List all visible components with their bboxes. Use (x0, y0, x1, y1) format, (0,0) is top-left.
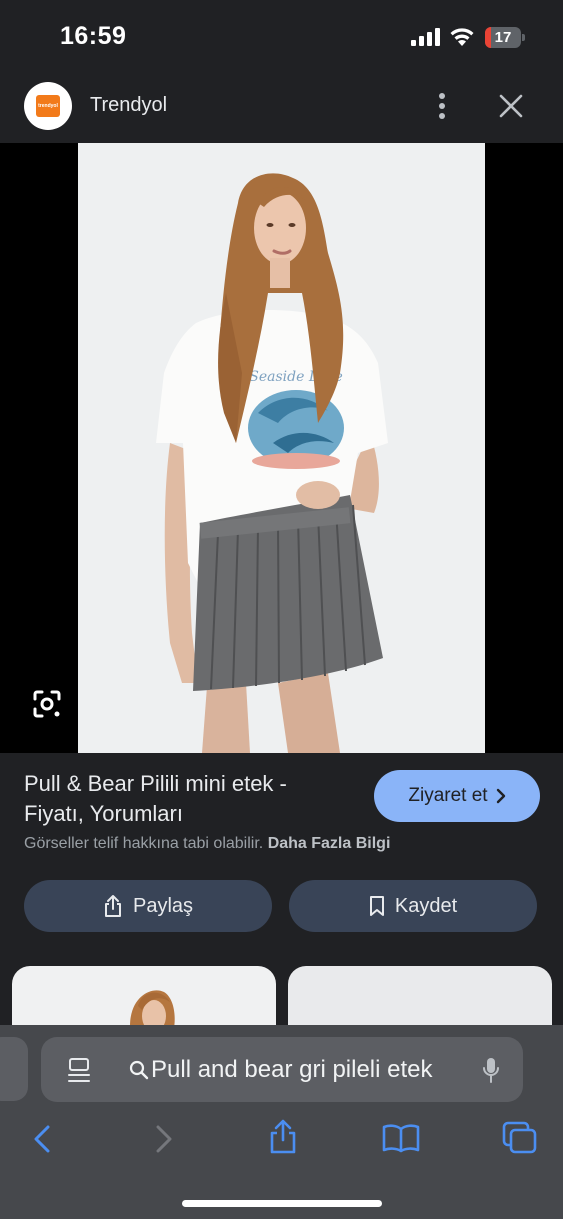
site-logo[interactable]: trendyol (24, 82, 72, 130)
save-label: Kaydet (394, 894, 458, 917)
save-button[interactable]: Kaydet (289, 880, 537, 932)
status-bar: 16:59 17 (0, 0, 563, 70)
reader-icon[interactable] (67, 1057, 91, 1083)
bookmark-icon (369, 896, 384, 916)
share-icon[interactable] (268, 1119, 298, 1155)
learn-more-link[interactable]: Daha Fazla Bilgi (268, 835, 391, 852)
battery-level: 17 (494, 29, 512, 46)
site-name[interactable]: Trendyol (90, 94, 167, 117)
home-indicator[interactable] (182, 1200, 382, 1207)
product-title[interactable]: Pull & Bear Pilili mini etek - Fiyatı, Y… (24, 769, 344, 829)
more-icon[interactable] (430, 92, 454, 120)
visit-label: Ziyaret et (408, 785, 488, 806)
visit-button[interactable]: Ziyaret et (374, 770, 540, 822)
back-icon[interactable] (32, 1124, 52, 1154)
status-time: 16:59 (60, 22, 127, 50)
share-button[interactable]: Paylaş (24, 880, 272, 932)
trendyol-logo-icon: trendyol (36, 95, 60, 117)
search-icon (129, 1060, 149, 1080)
tabs-icon[interactable] (502, 1121, 538, 1155)
copyright-notice: Görseller telif hakkına tabi olabilir. D… (24, 835, 390, 853)
product-image[interactable]: Seaside Love (78, 143, 485, 753)
copyright-text: Görseller telif hakkına tabi olabilir. (24, 835, 264, 852)
chevron-right-icon (496, 788, 505, 804)
share-icon (104, 895, 121, 917)
viewer-header: trendyol Trendyol (0, 70, 563, 142)
model-illustration: Seaside Love (78, 143, 485, 753)
image-viewer: Seaside Love (0, 143, 563, 753)
previous-tab-preview[interactable] (0, 1037, 28, 1101)
battery-icon: 17 (485, 27, 525, 48)
lens-icon[interactable] (32, 689, 62, 719)
address-text[interactable]: Pull and bear gri pileli etek (151, 1056, 433, 1084)
forward-icon[interactable] (154, 1124, 174, 1154)
mic-icon[interactable] (482, 1056, 500, 1084)
signal-icon (411, 28, 440, 46)
share-label: Paylaş (132, 894, 194, 917)
wifi-icon (450, 28, 474, 46)
bookmarks-icon[interactable] (382, 1123, 420, 1153)
address-bar[interactable]: Pull and bear gri pileli etek (41, 1037, 523, 1102)
close-icon[interactable] (498, 93, 524, 119)
browser-toolbar: Pull and bear gri pileli etek (0, 1025, 563, 1219)
